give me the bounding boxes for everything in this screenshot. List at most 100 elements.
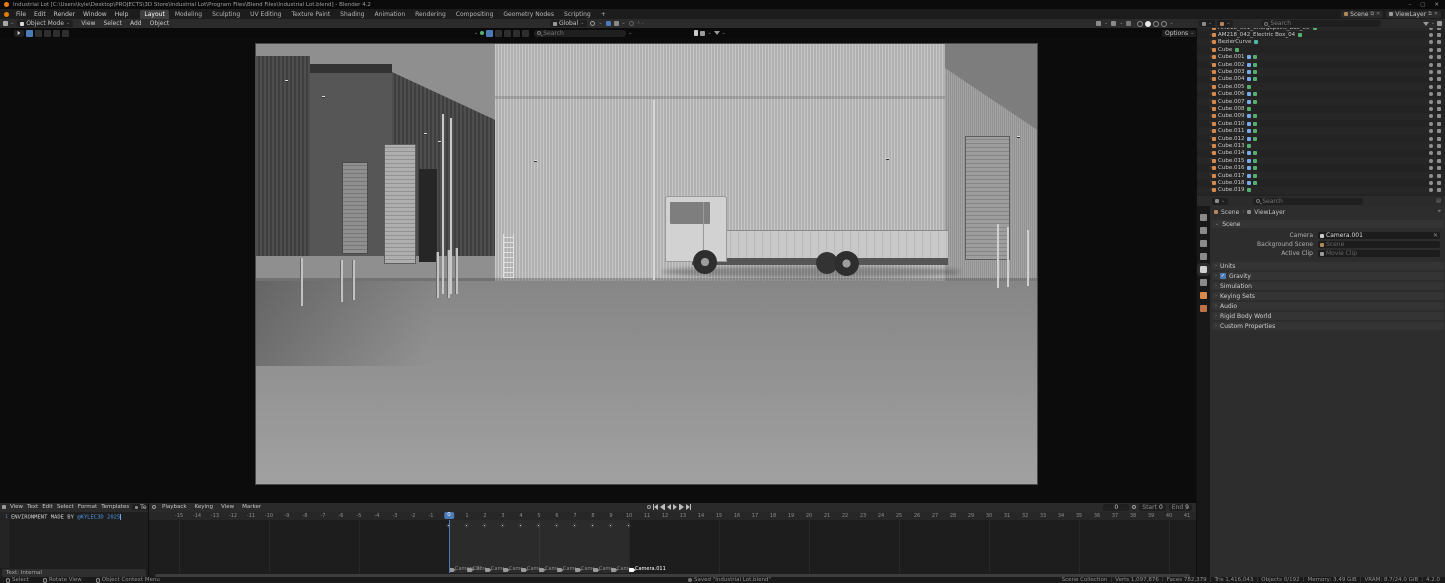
active-clip-field[interactable]: Movie Clip — [1318, 250, 1440, 257]
panel-units[interactable]: ›Units — [1212, 262, 1444, 270]
text-datablock-selector[interactable]: Te — [132, 504, 148, 510]
text-editor-body[interactable]: 1 ENVIRONMENT MADE BY @KYLEC3D 2025 — [0, 512, 148, 568]
show-gizmo-icon[interactable] — [1096, 21, 1101, 26]
tab-view-layer[interactable] — [1200, 253, 1207, 260]
outliner-item[interactable]: ›Cube.016 — [1197, 164, 1445, 171]
disable-render-camera-icon[interactable] — [1437, 122, 1441, 126]
camera-marker[interactable]: Camera.002 — [467, 566, 486, 572]
outliner-item[interactable]: ›Cube.007 — [1197, 98, 1445, 105]
disable-render-camera-icon[interactable] — [1437, 144, 1441, 148]
outliner-item[interactable]: ›Cube.004 — [1197, 76, 1445, 83]
camera-marker[interactable]: Camera.008 — [575, 566, 594, 572]
use-preview-range-icon[interactable] — [1132, 505, 1136, 509]
workspace-tab-+[interactable]: + — [597, 10, 610, 19]
properties-search-input[interactable]: Search — [1253, 198, 1363, 205]
disable-render-camera-icon[interactable] — [1437, 114, 1441, 118]
tab-scene[interactable] — [1200, 266, 1207, 273]
outliner-item[interactable]: ›Cube.001 — [1197, 54, 1445, 61]
workspace-tab-layout[interactable]: Layout — [140, 10, 168, 19]
end-frame-field[interactable]: End9 — [1169, 504, 1192, 511]
select-mode-subtract-icon[interactable] — [44, 30, 51, 37]
new-layer-icon[interactable]: ⧉ — [1428, 12, 1432, 17]
hide-viewport-eye-icon[interactable] — [1429, 70, 1433, 74]
hide-viewport-eye-icon[interactable] — [1429, 181, 1433, 185]
workspace-tab-scripting[interactable]: Scripting — [560, 10, 595, 19]
outliner-item[interactable]: ›Cube.010 — [1197, 120, 1445, 127]
disable-render-camera-icon[interactable] — [1437, 151, 1441, 155]
mode-dropdown[interactable]: Object Mode⌄ — [17, 20, 73, 27]
play-button[interactable] — [673, 504, 677, 510]
timeline-menu-marker[interactable]: Marker — [238, 504, 265, 510]
filter-camera-icon[interactable] — [522, 30, 529, 37]
tab-texture[interactable] — [1200, 305, 1207, 312]
shading-rendered-icon[interactable] — [1161, 21, 1167, 27]
filter-empty-icon[interactable] — [513, 30, 520, 37]
disable-render-camera-icon[interactable] — [1437, 166, 1441, 170]
text-menu-edit[interactable]: Edit — [40, 504, 55, 510]
panel-audio[interactable]: ›Audio — [1212, 302, 1444, 310]
next-keyframe-button[interactable] — [679, 504, 684, 510]
pin-icon[interactable]: ⌖ — [1438, 208, 1445, 216]
select-mode-invert-icon[interactable] — [53, 30, 60, 37]
hide-viewport-eye-icon[interactable] — [1429, 137, 1433, 141]
outliner-filter-id-dropdown[interactable]: ⌄ — [1217, 20, 1233, 27]
panel-rigid-body-world[interactable]: ›Rigid Body World — [1212, 312, 1444, 320]
panel-custom-properties[interactable]: ›Custom Properties — [1212, 322, 1444, 330]
tab-world[interactable] — [1200, 279, 1207, 286]
menu-window[interactable]: Window — [79, 11, 111, 18]
display-mode-icon[interactable] — [700, 31, 705, 36]
disable-render-camera-icon[interactable] — [1437, 188, 1441, 192]
snap-individual-icon[interactable] — [614, 21, 619, 26]
xray-toggle-icon[interactable] — [1126, 21, 1131, 26]
viewport-menu-add[interactable]: Add — [126, 20, 146, 27]
disable-render-camera-icon[interactable] — [1437, 77, 1441, 81]
close-button[interactable]: ✕ — [1434, 2, 1439, 8]
filter-collapse-icon[interactable]: ⌄ — [474, 31, 478, 36]
disable-render-camera-icon[interactable] — [1437, 55, 1441, 59]
outliner-item[interactable]: ›Cube.003 — [1197, 68, 1445, 75]
search-options-icon[interactable]: ⌄ — [628, 31, 632, 36]
workspace-tab-sculpting[interactable]: Sculpting — [208, 10, 244, 19]
timeline-menu-playback[interactable]: Playback — [158, 504, 191, 510]
menu-file[interactable]: File — [12, 11, 30, 18]
outliner-item[interactable]: ›Cube.002 — [1197, 61, 1445, 68]
background-scene-field[interactable]: Scene — [1318, 241, 1440, 248]
outliner-display-mode-dropdown[interactable]: ⌄ — [1199, 20, 1215, 27]
hide-viewport-eye-icon[interactable] — [1429, 40, 1433, 44]
outliner-item[interactable]: ›Cube — [1197, 46, 1445, 53]
maximize-button[interactable]: ▢ — [1420, 2, 1425, 8]
viewport-menu-object[interactable]: Object — [146, 20, 174, 27]
panel-simulation[interactable]: ›Simulation — [1212, 282, 1444, 290]
clear-camera-icon[interactable]: ✕ — [1433, 232, 1438, 239]
disable-render-camera-icon[interactable] — [1437, 85, 1441, 89]
snap-target-icon[interactable] — [606, 21, 611, 26]
camera-marker[interactable]: Camera.011 — [629, 566, 666, 572]
prev-keyframe-button[interactable] — [660, 504, 665, 510]
snap-magnet-icon[interactable] — [590, 21, 595, 26]
outliner-item[interactable]: ›BezierCurve — [1197, 39, 1445, 46]
transform-orientation-dropdown[interactable]: Global⌄ — [550, 20, 587, 27]
filter-curve-icon[interactable] — [495, 30, 502, 37]
outliner-item[interactable]: ›Cube.011 — [1197, 127, 1445, 134]
disable-render-camera-icon[interactable] — [1437, 70, 1441, 74]
new-collection-icon[interactable] — [1437, 21, 1442, 26]
select-mode-set-icon[interactable] — [26, 30, 33, 37]
timeline-editor-icon[interactable] — [152, 505, 156, 509]
text-menu-view[interactable]: View — [8, 504, 25, 510]
menu-edit[interactable]: Edit — [30, 11, 50, 18]
editor-type-icon[interactable] — [3, 21, 8, 26]
outliner-item[interactable]: ›Cube.006 — [1197, 91, 1445, 98]
panel-gravity[interactable]: ›✓Gravity — [1212, 272, 1444, 280]
shading-wireframe-icon[interactable] — [1137, 21, 1143, 27]
filter-mesh-icon[interactable] — [486, 30, 493, 37]
tab-output[interactable] — [1200, 240, 1207, 247]
text-menu-templates[interactable]: Templates — [99, 504, 131, 510]
gravity-checkbox[interactable]: ✓ — [1220, 273, 1226, 279]
camera-marker[interactable]: Camera.009 — [593, 566, 612, 572]
hide-viewport-eye-icon[interactable] — [1429, 188, 1433, 192]
view-layer-selector[interactable]: ViewLayer ⧉ ✕ — [1386, 11, 1441, 18]
timeline-ruler[interactable]: -15-14-13-12-11-10-9-8-7-6-5-4-3-2-11234… — [149, 512, 1196, 520]
proportional-editing-icon[interactable] — [629, 21, 634, 26]
options-dropdown[interactable]: Options⌄ — [1162, 30, 1197, 37]
text-editor-type-icon[interactable] — [2, 505, 6, 509]
